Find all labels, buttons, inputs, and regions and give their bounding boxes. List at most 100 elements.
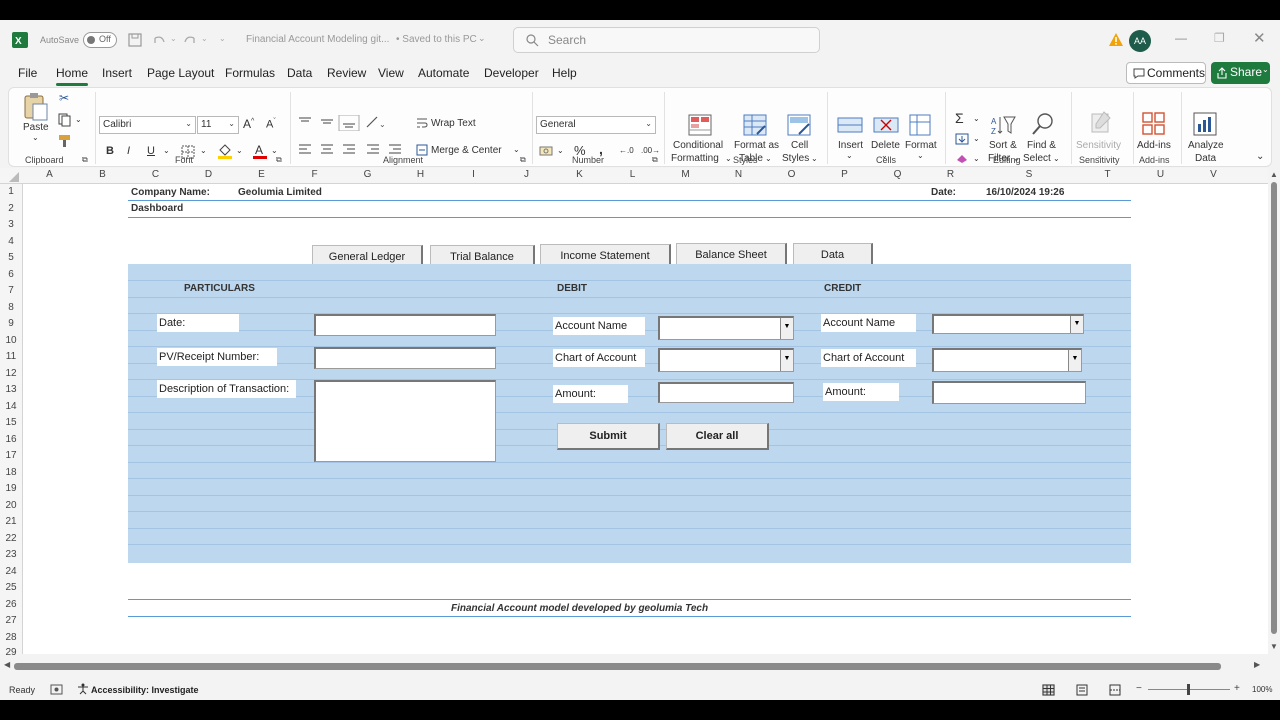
scroll-left-icon[interactable]: ◀ <box>4 660 10 669</box>
row-header[interactable]: 27 <box>0 615 22 626</box>
select-all-icon[interactable] <box>9 172 19 182</box>
borders-chevron-icon[interactable]: ⌄ <box>200 146 207 155</box>
save-status-chevron-icon[interactable]: ⌄ <box>478 33 486 44</box>
chevron-down-icon[interactable]: ▼ <box>780 318 793 339</box>
cell-styles-label-1[interactable]: Cell <box>791 140 808 151</box>
format-label[interactable]: Format <box>905 140 937 151</box>
column-header[interactable]: P <box>818 169 871 180</box>
row-header[interactable]: 4 <box>0 236 22 247</box>
row-header[interactable]: 8 <box>0 302 22 313</box>
save-icon[interactable] <box>128 33 142 47</box>
find-select-label-2[interactable]: Select <box>1023 153 1051 164</box>
tab-page-layout[interactable]: Page Layout <box>147 66 214 80</box>
warning-icon[interactable] <box>1108 32 1124 47</box>
debit-chart-select[interactable]: ▼ <box>658 348 794 372</box>
column-header[interactable]: I <box>447 169 500 180</box>
column-header[interactable]: U <box>1134 169 1187 180</box>
row-header[interactable]: 25 <box>0 582 22 593</box>
collapse-ribbon-icon[interactable]: ⌄ <box>1256 151 1264 162</box>
row-header[interactable]: 14 <box>0 401 22 412</box>
format-chevron-icon[interactable]: ⌄ <box>917 151 924 160</box>
conditional-formatting-chevron-icon[interactable]: ⌄ <box>725 154 732 163</box>
cell-styles-icon[interactable] <box>787 114 811 136</box>
row-header[interactable]: 2 <box>0 203 22 214</box>
column-header[interactable]: O <box>765 169 818 180</box>
column-header[interactable]: R <box>924 169 977 180</box>
font-color-chevron-icon[interactable]: ⌄ <box>271 146 278 155</box>
undo-icon[interactable] <box>152 33 166 47</box>
copy-icon[interactable] <box>58 113 72 127</box>
fill-icon[interactable] <box>955 133 969 145</box>
row-header[interactable]: 15 <box>0 417 22 428</box>
zoom-out-icon[interactable]: − <box>1136 683 1142 694</box>
description-textarea[interactable] <box>314 380 496 462</box>
column-header[interactable]: M <box>659 169 712 180</box>
clear-all-button[interactable]: Clear all <box>666 423 769 450</box>
increase-decimal-icon[interactable]: ←.0 <box>619 146 634 155</box>
row-header[interactable]: 9 <box>0 318 22 329</box>
undo-dropdown-icon[interactable]: ⌄ <box>170 34 177 43</box>
insert-chevron-icon[interactable]: ⌄ <box>846 151 853 160</box>
tab-view[interactable]: View <box>378 66 404 80</box>
wrap-text-icon[interactable] <box>416 117 428 129</box>
column-header[interactable]: D <box>182 169 235 180</box>
zoom-in-icon[interactable]: + <box>1234 683 1240 694</box>
merge-center-label[interactable]: Merge & Center <box>431 145 502 156</box>
vertical-align-icons[interactable]: ⌄ <box>297 115 387 131</box>
column-header[interactable]: K <box>553 169 606 180</box>
cut-icon[interactable]: ✂ <box>59 91 69 105</box>
vertical-scroll-thumb[interactable] <box>1271 182 1277 634</box>
row-header[interactable]: 28 <box>0 632 22 643</box>
restore-icon[interactable]: ❐ <box>1214 31 1225 45</box>
customize-toolbar-icon[interactable]: ⌄ <box>219 34 226 43</box>
analyze-data-label-2[interactable]: Data <box>1195 153 1216 164</box>
sort-filter-label-1[interactable]: Sort & <box>989 140 1017 151</box>
chevron-down-icon[interactable]: ▼ <box>1070 316 1083 333</box>
add-ins-icon[interactable] <box>1142 112 1166 136</box>
submit-button[interactable]: Submit <box>557 423 660 450</box>
row-header[interactable]: 10 <box>0 335 22 346</box>
tab-insert[interactable]: Insert <box>102 66 132 80</box>
debit-account-name-select[interactable]: ▼ <box>658 316 794 340</box>
autosum-chevron-icon[interactable]: ⌄ <box>973 114 980 123</box>
tab-automate[interactable]: Automate <box>418 66 469 80</box>
find-select-chevron-icon[interactable]: ⌄ <box>1053 154 1060 163</box>
row-header[interactable]: 18 <box>0 467 22 478</box>
column-header[interactable]: B <box>76 169 129 180</box>
find-select-icon[interactable] <box>1031 112 1055 136</box>
font-name-dropdown[interactable]: Calibri ⌄ <box>99 116 196 134</box>
number-format-dropdown[interactable]: General ⌄ <box>536 116 656 134</box>
analyze-data-icon[interactable] <box>1193 112 1217 136</box>
delete-cells-icon[interactable] <box>873 114 899 136</box>
row-header[interactable]: 23 <box>0 549 22 560</box>
column-header[interactable]: G <box>341 169 394 180</box>
row-header[interactable]: 1 <box>0 186 22 197</box>
decrease-font-icon[interactable]: Aˇ <box>266 118 276 131</box>
row-header[interactable]: 19 <box>0 483 22 494</box>
column-header[interactable]: L <box>606 169 659 180</box>
close-icon[interactable]: ✕ <box>1253 29 1266 47</box>
insert-cells-icon[interactable] <box>837 114 863 136</box>
tab-data[interactable]: Data <box>287 66 312 80</box>
worksheet[interactable]: Company Name: Geolumia Limited Date: 16/… <box>23 184 1268 654</box>
zoom-slider-thumb[interactable] <box>1187 684 1190 695</box>
find-select-label-1[interactable]: Find & <box>1027 140 1056 151</box>
page-layout-view-icon[interactable] <box>1076 684 1088 696</box>
format-as-table-chevron-icon[interactable]: ⌄ <box>765 154 772 163</box>
clear-chevron-icon[interactable]: ⌄ <box>973 154 980 163</box>
bold-icon[interactable]: B <box>106 145 114 157</box>
italic-icon[interactable]: I <box>127 145 130 157</box>
conditional-formatting-label-2[interactable]: Formatting <box>671 153 719 164</box>
column-header[interactable]: Q <box>871 169 924 180</box>
credit-account-name-select[interactable]: ▼ <box>932 314 1084 334</box>
tab-review[interactable]: Review <box>327 66 366 80</box>
row-header[interactable]: 6 <box>0 269 22 280</box>
tab-developer[interactable]: Developer <box>484 66 539 80</box>
row-header[interactable]: 12 <box>0 368 22 379</box>
credit-chart-select[interactable]: ▼ <box>932 348 1082 372</box>
format-painter-icon[interactable] <box>58 134 72 148</box>
row-header[interactable]: 29 <box>0 647 22 658</box>
search-box[interactable]: Search <box>513 27 820 53</box>
redo-dropdown-icon[interactable]: ⌄ <box>201 34 208 43</box>
debit-amount-input[interactable] <box>658 382 794 403</box>
